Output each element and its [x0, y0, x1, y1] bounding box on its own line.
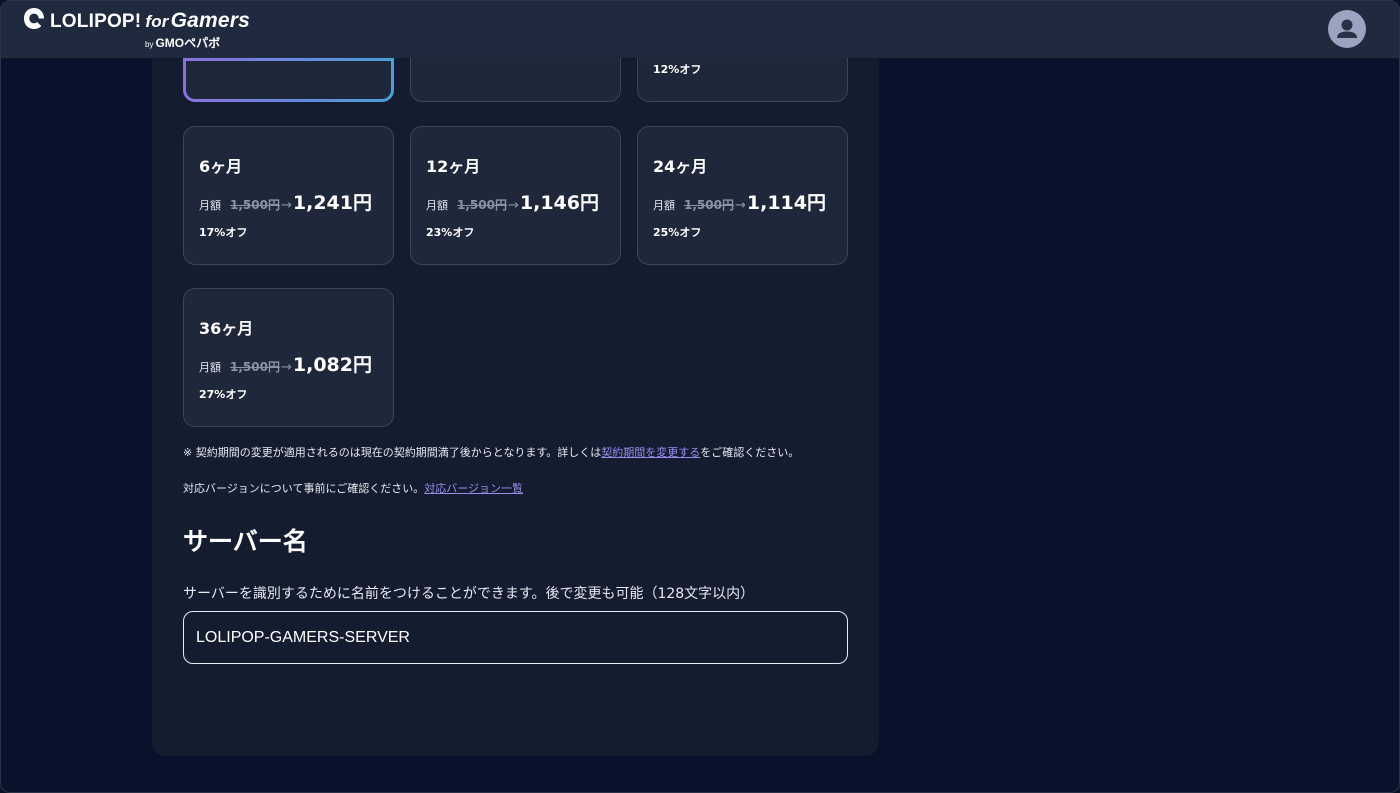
- plan-price: 月額 1,500円 → 1,082円: [199, 350, 372, 377]
- plan-card-partial-3[interactable]: 12%オフ: [637, 58, 848, 102]
- brand-company: GMOペパボ: [155, 36, 221, 50]
- brand-for: for: [145, 12, 169, 31]
- server-name-heading: サーバー名: [183, 527, 308, 556]
- plan-discount: 12%オフ: [653, 63, 702, 76]
- price-arrow: →: [734, 198, 746, 213]
- price-arrow: →: [280, 360, 292, 375]
- plan-title: 24ヶ月: [653, 157, 708, 176]
- old-price: 1,500円: [457, 198, 507, 212]
- price-arrow: →: [507, 198, 519, 213]
- plan-card-6-months[interactable]: 6ヶ月 月額 1,500円 → 1,241円 17%オフ: [183, 126, 394, 265]
- plan-discount: 25%オフ: [653, 226, 702, 239]
- old-price: 1,500円: [230, 198, 280, 212]
- brand-logo[interactable]: LOLIPOP! forGamers by GMOペパボ: [23, 7, 253, 51]
- plan-discount: 17%オフ: [199, 226, 248, 239]
- plan-card-partial-2[interactable]: [410, 58, 621, 102]
- old-price: 1,500円: [684, 198, 734, 212]
- brand-name: LOLIPOP! forGamers: [50, 9, 250, 33]
- contract-note-suffix: をご確認ください。: [700, 446, 800, 459]
- new-price: 1,146円: [519, 192, 599, 214]
- plan-card-36-months[interactable]: 36ヶ月 月額 1,500円 → 1,082円 27%オフ: [183, 288, 394, 427]
- app-window: LOLIPOP! forGamers by GMOペパボ 12%オフ 6ヶ月 月額 …: [0, 0, 1400, 793]
- brand-gamers: Gamers: [170, 9, 251, 32]
- new-price: 1,082円: [292, 354, 372, 376]
- brand-by-line: by GMOペパボ: [145, 34, 220, 51]
- plan-card-24-months[interactable]: 24ヶ月 月額 1,500円 → 1,114円 25%オフ: [637, 126, 848, 265]
- price-label: 月額: [653, 199, 675, 212]
- plan-title: 6ヶ月: [199, 157, 243, 176]
- old-price: 1,500円: [230, 360, 280, 374]
- contract-change-note: ※ 契約期間の変更が適用されるのは現在の契約期間満了後からとなります。詳しくは契…: [183, 444, 799, 460]
- user-avatar-icon: [1337, 19, 1357, 38]
- top-header: LOLIPOP! forGamers by GMOペパボ: [1, 1, 1399, 59]
- plan-card-12-months[interactable]: 12ヶ月 月額 1,500円 → 1,146円 23%オフ: [410, 126, 621, 265]
- price-arrow: →: [280, 198, 292, 213]
- contract-note-text: ※ 契約期間の変更が適用されるのは現在の契約期間満了後からとなります。詳しくは: [183, 446, 602, 459]
- plan-price: 月額 1,500円 → 1,114円: [653, 188, 826, 215]
- plan-discount: 27%オフ: [199, 388, 248, 401]
- plan-title: 12ヶ月: [426, 157, 481, 176]
- plan-title: 36ヶ月: [199, 319, 254, 338]
- server-name-description: サーバーを識別するために名前をつけることができます。後で変更も可能（128文字以…: [183, 586, 755, 602]
- plan-price: 月額 1,500円 → 1,146円: [426, 188, 599, 215]
- change-contract-link[interactable]: 契約期間を変更する: [601, 446, 700, 459]
- new-price: 1,241円: [292, 192, 372, 214]
- plan-discount: 23%オフ: [426, 226, 475, 239]
- price-label: 月額: [199, 361, 221, 374]
- plan-price: 月額 1,500円 → 1,241円: [199, 188, 372, 215]
- supported-versions-link[interactable]: 対応バージョン一覧: [424, 482, 523, 495]
- price-label: 月額: [426, 199, 448, 212]
- brand-by: by: [145, 40, 154, 49]
- plan-form-panel: 12%オフ 6ヶ月 月額 1,500円 → 1,241円 17%オフ 12ヶ月 …: [152, 58, 879, 756]
- version-note-text: 対応バージョンについて事前にご確認ください。: [183, 482, 425, 495]
- server-name-input[interactable]: [183, 611, 848, 664]
- user-avatar-button[interactable]: [1328, 10, 1366, 48]
- new-price: 1,114円: [746, 192, 826, 214]
- price-label: 月額: [199, 199, 221, 212]
- brand-main: LOLIPOP!: [50, 11, 142, 32]
- plan-card-partial-1[interactable]: [183, 58, 394, 102]
- lolipop-logo-icon: [24, 8, 44, 29]
- version-note: 対応バージョンについて事前にご確認ください。対応バージョン一覧: [183, 480, 523, 496]
